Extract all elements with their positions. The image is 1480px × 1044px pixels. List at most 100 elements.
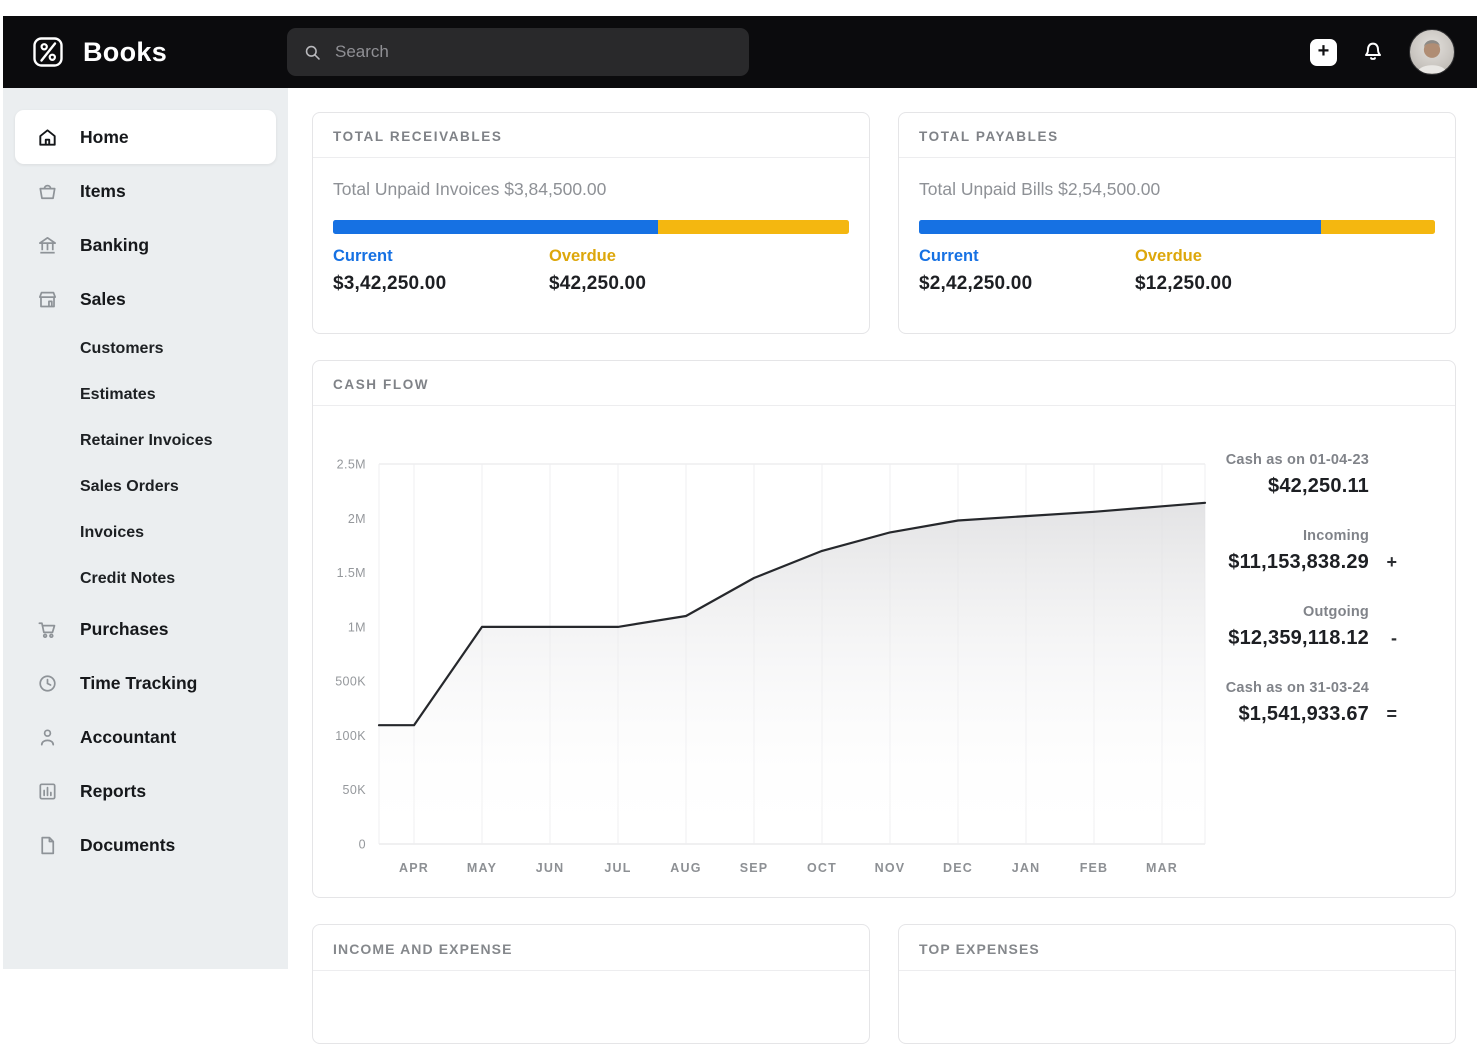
y-tick-label: 50K — [343, 783, 367, 797]
x-tick-label: SEP — [740, 861, 769, 875]
overdue-segment — [658, 220, 849, 234]
card-title: CASH FLOW — [313, 361, 1455, 406]
sidebar-item-customers[interactable]: Customers — [15, 326, 276, 372]
sidebar-item-home[interactable]: Home — [15, 110, 276, 164]
cash-opening-block: Cash as on 01-04-23 $42,250.11 — [1211, 452, 1397, 498]
dashboard: TOTAL RECEIVABLES Total Unpaid Invoices … — [312, 112, 1456, 1044]
payables-progress-bar — [919, 220, 1435, 234]
stat-amount: $42,250.11 — [1268, 475, 1369, 497]
storefront-icon — [36, 288, 59, 311]
current-value: $2,42,250.00 — [919, 273, 1033, 294]
stat-label: Cash as on 31-03-24 — [1225, 680, 1369, 696]
overdue-label: Overdue — [549, 247, 616, 265]
stat-amount: $1,541,933.67 — [1238, 703, 1369, 725]
brand: Books — [3, 33, 261, 71]
x-tick-label: MAR — [1146, 861, 1178, 875]
stat-label: Incoming — [1302, 528, 1369, 544]
sidebar-item-label: Time Tracking — [80, 672, 198, 693]
overdue-value: $42,250.00 — [549, 273, 647, 294]
overdue-label: Overdue — [1135, 247, 1202, 265]
x-tick-label: AUG — [670, 861, 701, 875]
y-tick-label: 1.5M — [337, 566, 366, 580]
sidebar-item-estimates[interactable]: Estimates — [15, 372, 276, 418]
sidebar-item-invoices[interactable]: Invoices — [15, 510, 276, 556]
sidebar-item-sales[interactable]: Sales — [15, 272, 276, 326]
sidebar-item-credit-notes[interactable]: Credit Notes — [15, 556, 276, 602]
card-title: TOTAL RECEIVABLES — [313, 113, 869, 158]
y-tick-label: 0 — [359, 838, 366, 852]
y-tick-label: 100K — [335, 729, 366, 743]
card-title: INCOME AND EXPENSE — [313, 925, 869, 971]
x-tick-label: JUN — [536, 861, 565, 875]
topbar: Books + — [3, 16, 1477, 88]
notifications-button[interactable] — [1360, 39, 1386, 65]
document-icon — [36, 834, 59, 857]
y-tick-label: 2M — [348, 512, 366, 526]
x-tick-label: OCT — [807, 861, 837, 875]
overdue-value: $12,250.00 — [1135, 273, 1233, 294]
sidebar-item-label: Home — [80, 126, 129, 147]
sidebar-item-label: Accountant — [80, 726, 177, 747]
stat-label: Outgoing — [1302, 604, 1369, 620]
sidebar-item-label: Reports — [80, 780, 147, 801]
sidebar-item-retainer-invoices[interactable]: Retainer Invoices — [15, 418, 276, 464]
avatar[interactable] — [1409, 29, 1455, 75]
x-tick-label: MAY — [467, 861, 497, 875]
sidebar-item-reports[interactable]: Reports — [15, 764, 276, 818]
x-tick-label: JAN — [1012, 861, 1041, 875]
x-tick-label: JUL — [604, 861, 631, 875]
sidebar-item-label: Banking — [80, 234, 150, 255]
card-title: TOP EXPENSES — [899, 925, 1455, 971]
stat-operator: + — [1386, 552, 1397, 572]
total-receivables-card: TOTAL RECEIVABLES Total Unpaid Invoices … — [312, 112, 870, 334]
sidebar-item-label: Purchases — [80, 618, 169, 639]
stat-operator: - — [1391, 628, 1397, 648]
y-tick-label: 1M — [348, 620, 366, 634]
quick-create-button[interactable]: + — [1310, 38, 1337, 66]
sidebar-item-documents[interactable]: Documents — [15, 818, 276, 872]
sidebar-item-banking[interactable]: Banking — [15, 218, 276, 272]
total-payables-card: TOTAL PAYABLES Total Unpaid Bills $2,54,… — [898, 112, 1456, 334]
x-tick-label: NOV — [875, 861, 906, 875]
sidebar-item-items[interactable]: Items — [15, 164, 276, 218]
unpaid-total: Total Unpaid Bills $2,54,500.00 — [919, 179, 1161, 199]
current-value: $3,42,250.00 — [333, 273, 447, 294]
x-tick-label: APR — [399, 861, 429, 875]
person-icon — [36, 726, 59, 749]
sidebar-item-label: Documents — [80, 834, 176, 855]
receivables-progress-bar — [333, 220, 849, 234]
current-label: Current — [333, 247, 393, 265]
current-label: Current — [919, 247, 979, 265]
bar-chart-icon — [36, 780, 59, 803]
search-box[interactable] — [287, 28, 749, 76]
app-title: Books — [83, 36, 168, 67]
plus-icon: + — [1317, 40, 1330, 62]
sidebar-item-time-tracking[interactable]: Time Tracking — [15, 656, 276, 710]
stat-label: Cash as on 01-04-23 — [1225, 452, 1369, 468]
sidebar-item-purchases[interactable]: Purchases — [15, 602, 276, 656]
current-segment — [919, 220, 1322, 234]
cart-icon — [36, 618, 59, 641]
search-icon — [303, 43, 322, 62]
topbar-actions: + — [1310, 29, 1477, 75]
bank-icon — [36, 234, 59, 257]
stat-amount: $12,359,118.12 — [1228, 627, 1369, 649]
card-title: TOTAL PAYABLES — [899, 113, 1455, 158]
y-tick-label: 500K — [335, 675, 366, 689]
search-input[interactable] — [333, 41, 733, 63]
sidebar-item-sales-orders[interactable]: Sales Orders — [15, 464, 276, 510]
cashflow-chart: APR MAY JUN JUL AUG SEP OCT NOV DEC JAN FEB MAR 2.5M… — [335, 458, 1207, 875]
books-logo-icon — [30, 33, 68, 71]
sidebar-item-label: Sales — [80, 288, 126, 309]
current-segment — [333, 220, 659, 234]
x-tick-label: FEB — [1080, 861, 1109, 875]
y-tick-label: 2.5M — [337, 458, 366, 472]
cash-closing-block: Cash as on 31-03-24 $1,541,933.67 = — [1211, 680, 1397, 726]
incoming-block: Incoming $11,153,838.29 + — [1211, 528, 1397, 574]
x-tick-label: DEC — [943, 861, 973, 875]
clock-icon — [36, 672, 59, 695]
cashflow-summary: Cash as on 01-04-23 $42,250.11 Incoming … — [1211, 406, 1455, 876]
sidebar-item-accountant[interactable]: Accountant — [15, 710, 276, 764]
stat-operator: = — [1386, 704, 1397, 724]
cashflow-area-fill — [379, 502, 1205, 844]
